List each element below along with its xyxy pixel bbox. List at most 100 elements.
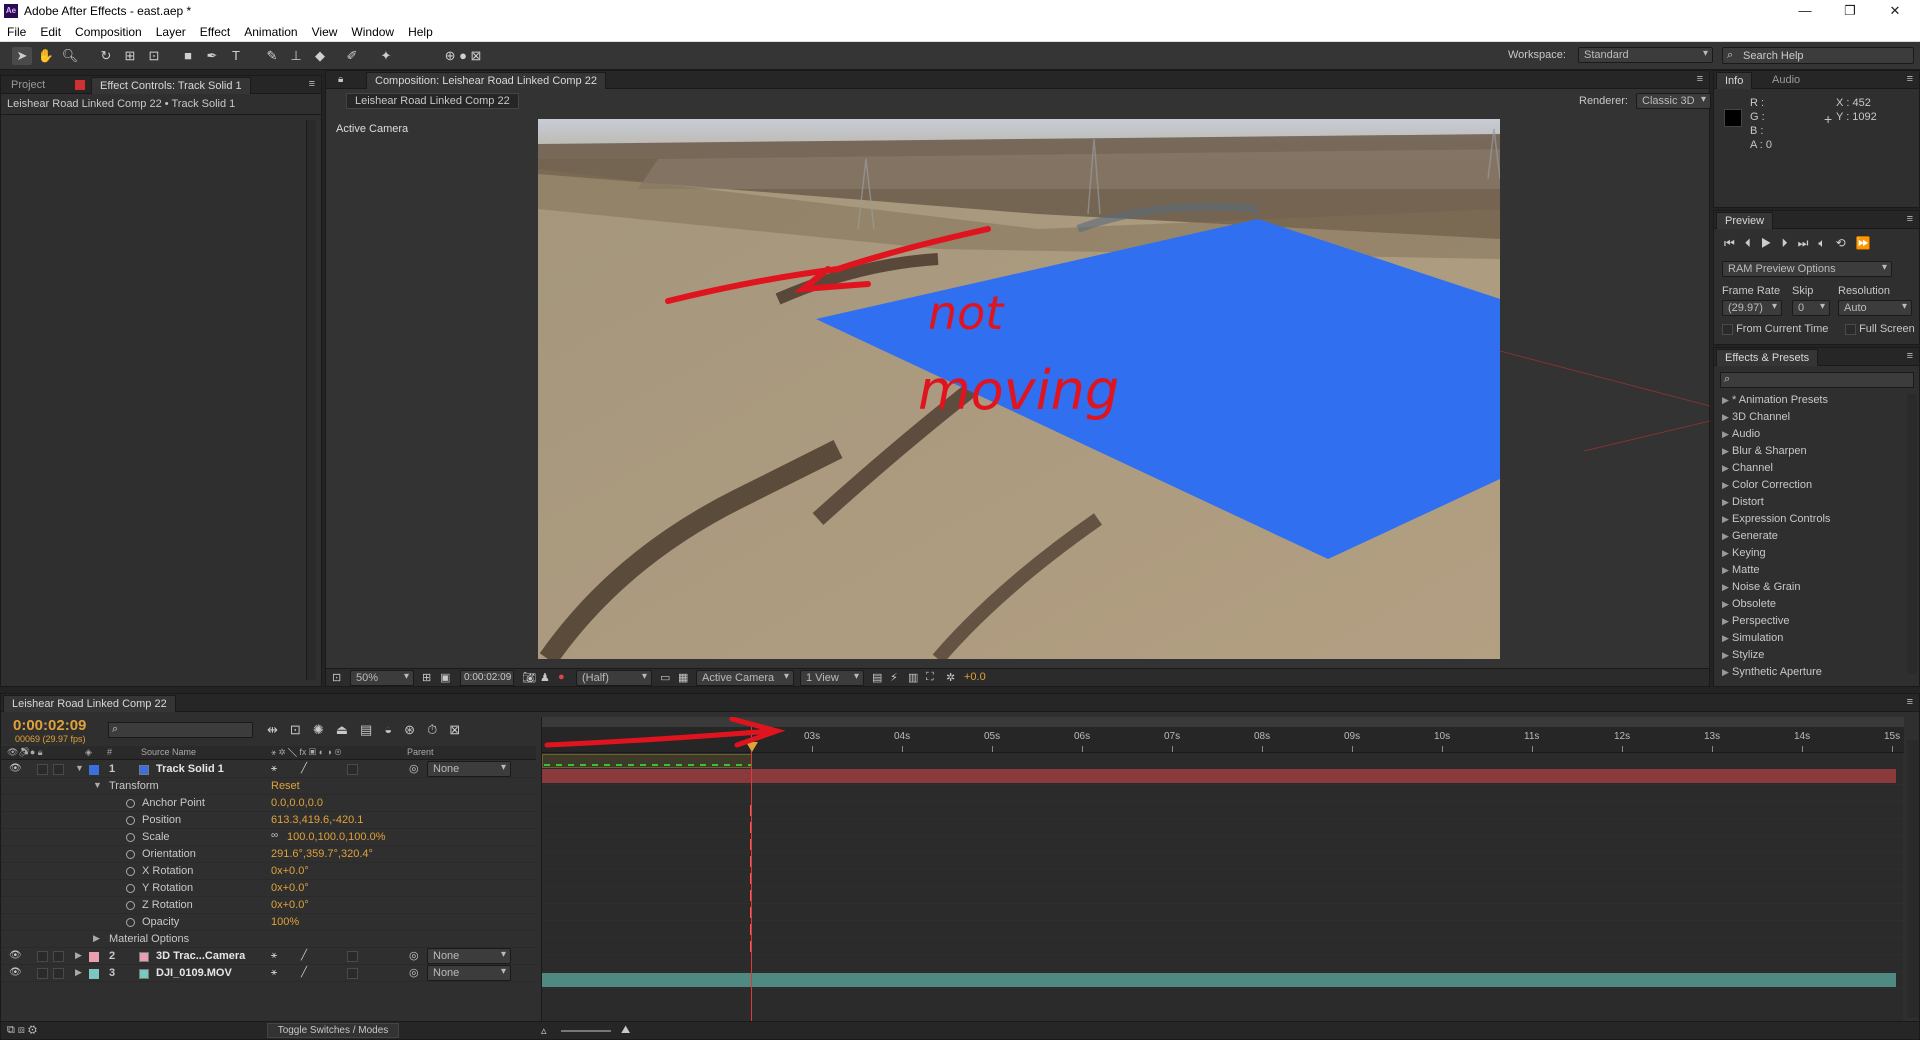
effects-category[interactable]: ▶ Expression Controls xyxy=(1722,513,1830,525)
solo-switch[interactable] xyxy=(37,968,48,979)
expand-arrow-icon[interactable]: ▶ xyxy=(1722,599,1732,610)
frame-blending-icon[interactable]: ⏏ xyxy=(336,722,360,737)
show-snapshot-icon[interactable]: ♟ xyxy=(540,671,550,684)
stopwatch-icon[interactable] xyxy=(126,799,135,808)
hand-tool-icon[interactable]: ✋ xyxy=(36,47,56,65)
toggle-switches-modes-button[interactable]: Toggle Switches / Modes xyxy=(267,1023,399,1038)
lock-switch[interactable] xyxy=(53,951,64,962)
draft-3d-icon[interactable]: ⊡ xyxy=(290,722,313,737)
stopwatch-icon[interactable] xyxy=(126,850,135,859)
material-options-label[interactable]: Material Options xyxy=(109,933,189,945)
effects-category[interactable]: ▶ Distort xyxy=(1722,496,1764,508)
next-frame-icon[interactable]: ⏵ xyxy=(1782,236,1798,250)
layer-name[interactable]: DJI_0109.MOV xyxy=(156,967,232,979)
skip-dropdown[interactable]: 0 xyxy=(1792,300,1830,316)
menu-file[interactable]: File xyxy=(0,22,33,39)
expand-arrow-icon[interactable]: ▶ xyxy=(1722,480,1732,491)
collapse-arrow-icon[interactable]: ▼ xyxy=(75,763,84,773)
property-value[interactable]: 0x+0.0° xyxy=(271,899,309,911)
source-name-header[interactable]: Source Name xyxy=(141,747,196,757)
eye-icon[interactable]: 👁︎ xyxy=(9,967,22,978)
effects-category[interactable]: ▶ Noise & Grain xyxy=(1722,581,1800,593)
expand-arrow-icon[interactable]: ▶ xyxy=(75,967,82,978)
current-time-field[interactable]: 0:00:02:09 xyxy=(460,670,514,686)
panel-menu-icon[interactable]: ≡ xyxy=(309,78,315,90)
frame-rate-dropdown[interactable]: (29.97) xyxy=(1722,300,1782,316)
transform-row[interactable]: ▼ Transform Reset xyxy=(1,778,536,795)
tab-audio[interactable]: Audio xyxy=(1764,72,1808,89)
audio-icon[interactable]: 🔈︎ xyxy=(1818,236,1835,250)
label-color-swatch[interactable] xyxy=(89,952,99,962)
effects-category[interactable]: ▶ Synthetic Aperture xyxy=(1722,666,1822,678)
renderer-dropdown[interactable]: Classic 3D xyxy=(1636,93,1711,109)
layer-name[interactable]: Track Solid 1 xyxy=(156,763,224,775)
scrollbar[interactable] xyxy=(306,120,316,680)
effects-category[interactable]: ▶ Generate xyxy=(1722,530,1778,542)
lock-switch[interactable] xyxy=(53,968,64,979)
view-layout-dropdown[interactable]: 1 View xyxy=(800,670,864,686)
panel-menu-icon[interactable]: ≡ xyxy=(1697,73,1703,85)
effects-category[interactable]: ▶ Keying xyxy=(1722,547,1766,559)
property-row[interactable]: Z Rotation 0x+0.0° xyxy=(1,897,536,914)
puppet-tool-icon[interactable]: ✦ xyxy=(376,47,396,65)
property-value[interactable]: 100.0,100.0,100.0% xyxy=(287,831,385,843)
parent-dropdown[interactable]: None xyxy=(427,761,511,777)
tab-composition[interactable]: Composition: Leishear Road Linked Comp 2… xyxy=(366,72,606,89)
rectangle-tool-icon[interactable]: ■ xyxy=(178,47,198,65)
effects-category[interactable]: ▶ Channel xyxy=(1722,462,1773,474)
brainstorm-icon[interactable]: ◒ xyxy=(384,722,404,737)
hide-shy-icon[interactable]: ✺ xyxy=(313,722,336,737)
property-value[interactable]: 0x+0.0° xyxy=(271,882,309,894)
expand-arrow-icon[interactable]: ▶ xyxy=(1722,548,1732,559)
effects-category[interactable]: ▶ Perspective xyxy=(1722,615,1789,627)
zoom-tool-icon[interactable]: 🔍︎ xyxy=(60,47,80,65)
stopwatch-icon[interactable] xyxy=(126,816,135,825)
expand-arrow-icon[interactable]: ▶ xyxy=(1722,412,1732,423)
expand-arrow-icon[interactable]: ▶ xyxy=(1722,497,1732,508)
composition-mini-flowchart-icon[interactable]: ⇹ xyxy=(267,722,290,737)
expand-arrow-icon[interactable]: ▶ xyxy=(75,950,82,961)
property-row[interactable]: Anchor Point 0.0,0.0,0.0 xyxy=(1,795,536,812)
menu-view[interactable]: View xyxy=(305,22,345,39)
parent-header[interactable]: Parent xyxy=(407,747,434,757)
effects-category[interactable]: ▶ Obsolete xyxy=(1722,598,1776,610)
layer-row-track-solid[interactable]: 👁︎ ▼ 1 Track Solid 1 ⚹ ╱ ◎ None xyxy=(1,761,536,778)
tab-info[interactable]: Info xyxy=(1716,72,1753,89)
pick-whip-icon[interactable]: ◎ xyxy=(409,966,419,979)
pan-behind-tool-icon[interactable]: ⊡ xyxy=(144,47,164,65)
live-update-icon[interactable]: ⊠ xyxy=(449,722,472,737)
layer-row-footage[interactable]: 👁︎ ▶ 3 DJI_0109.MOV ⚹ ╱ ◎ None xyxy=(1,965,536,982)
ram-preview-options-dropdown[interactable]: RAM Preview Options xyxy=(1722,261,1892,277)
pixel-aspect-icon[interactable]: ▤ xyxy=(872,671,882,684)
auto-keyframe-icon[interactable]: ⊛ xyxy=(404,722,427,737)
stopwatch-icon[interactable] xyxy=(126,901,135,910)
shy-switch-icon[interactable]: ⚹ xyxy=(271,950,277,961)
resolution-dropdown[interactable]: (Half) xyxy=(576,670,652,686)
menu-animation[interactable]: Animation xyxy=(237,22,304,39)
quality-switch-icon[interactable]: ╱ xyxy=(301,950,307,961)
eraser-tool-icon[interactable]: ◆ xyxy=(310,47,330,65)
zoom-out-icon[interactable]: ▵ xyxy=(541,1024,547,1037)
tab-project[interactable]: Project xyxy=(3,77,53,94)
expand-arrow-icon[interactable]: ▶ xyxy=(1722,633,1732,644)
lock-icon[interactable]: 🔒︎ xyxy=(338,74,343,85)
expand-arrow-icon[interactable]: ▶ xyxy=(1722,616,1732,627)
pen-tool-icon[interactable]: ✒ xyxy=(202,47,222,65)
tab-effects-presets[interactable]: Effects & Presets xyxy=(1716,349,1819,366)
fast-preview-icon[interactable]: ⚡︎ xyxy=(890,671,898,684)
brush-tool-icon[interactable]: ✎ xyxy=(262,47,282,65)
transform-group-label[interactable]: Transform xyxy=(109,780,159,792)
menu-effect[interactable]: Effect xyxy=(193,22,237,39)
expand-arrow-icon[interactable]: ▶ xyxy=(1722,565,1732,576)
timeline-search-input[interactable]: ⌕ xyxy=(108,722,253,738)
property-row[interactable]: Orientation 291.6°,359.7°,320.4° xyxy=(1,846,536,863)
effects-category[interactable]: ▶ Stylize xyxy=(1722,649,1764,661)
layer-name[interactable]: 3D Trac...Camera xyxy=(156,950,245,962)
property-value[interactable]: 291.6°,359.7°,320.4° xyxy=(271,848,373,860)
expand-arrow-icon[interactable]: ▶ xyxy=(93,933,100,944)
layer-bar[interactable] xyxy=(542,769,1896,783)
menu-window[interactable]: Window xyxy=(344,22,401,39)
expand-arrow-icon[interactable]: ▶ xyxy=(1722,446,1732,457)
effects-category[interactable]: ▶ Matte xyxy=(1722,564,1760,576)
timeline-track-area[interactable]: 03s 04s 05s 06s 07s 08s 09s 10s 11s 12s 13s 14s 15s xyxy=(541,717,1904,1021)
